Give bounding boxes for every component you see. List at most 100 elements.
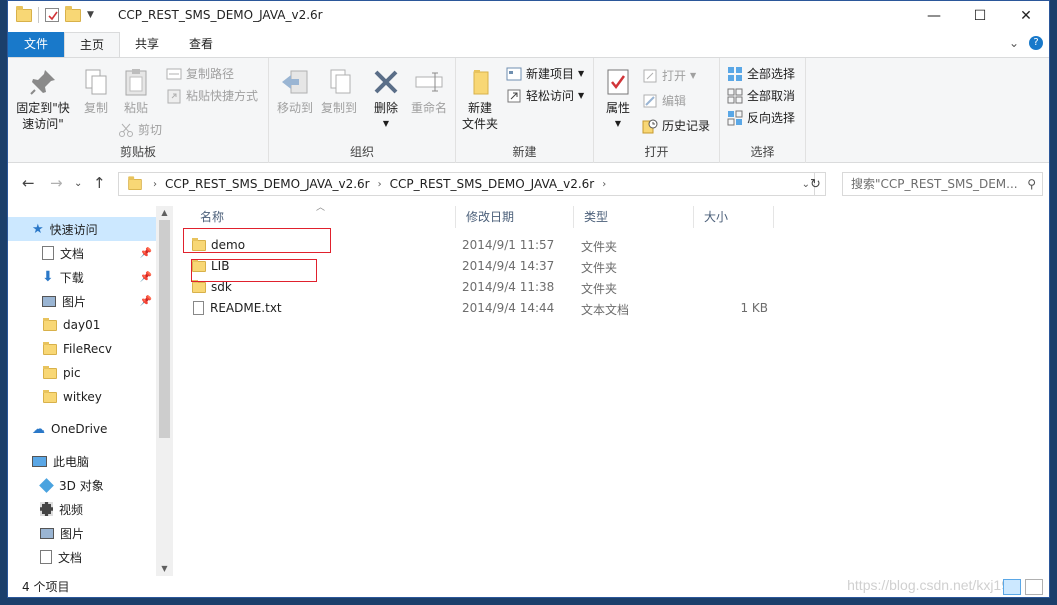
file-date: 2014/9/4 11:38 xyxy=(462,280,555,294)
address-row: ← → ⌄ ↑ › CCP_REST_SMS_DEMO_JAVA_v2.6r ›… xyxy=(8,169,1049,199)
file-row[interactable]: README.txt 2014/9/4 14:44 文本文档 1 KB xyxy=(192,298,772,319)
back-arrow-icon[interactable]: ← xyxy=(22,174,35,192)
forward-arrow-icon[interactable]: → xyxy=(50,174,63,192)
properties-dropdown-icon[interactable]: ▼ xyxy=(600,116,636,132)
tab-home[interactable]: 主页 xyxy=(64,32,121,57)
address-bar[interactable]: › CCP_REST_SMS_DEMO_JAVA_v2.6r › CCP_RES… xyxy=(118,172,815,196)
column-header-type[interactable]: 类型 xyxy=(574,206,694,228)
large-icons-view-icon[interactable] xyxy=(1025,579,1043,595)
move-to-button[interactable]: 移动到 xyxy=(275,66,315,116)
picture-icon xyxy=(42,295,56,307)
chevron-right-icon[interactable]: › xyxy=(602,179,606,190)
properties-check-icon[interactable] xyxy=(45,8,59,22)
folder-icon xyxy=(43,365,57,379)
delete-button[interactable]: 删除 ▼ xyxy=(369,66,403,132)
maximize-button[interactable]: ☐ xyxy=(957,1,1003,31)
folder-icon xyxy=(43,341,57,355)
pin-quick-access-button[interactable]: 固定到"快 速访问" xyxy=(12,66,74,132)
nav-item-3d-objects[interactable]: 3D 对象 xyxy=(8,473,156,497)
select-none-icon xyxy=(727,88,743,104)
nav-item-filerecv[interactable]: FileRecv xyxy=(8,337,156,361)
new-folder-button[interactable]: 新建 文件夹 xyxy=(460,66,500,132)
help-icon[interactable]: ? xyxy=(1029,36,1043,50)
nav-item-pic[interactable]: pic xyxy=(8,361,156,385)
tab-share[interactable]: 共享 xyxy=(120,32,174,57)
ribbon: 固定到"快 速访问" 复制 粘贴 复制路径 粘贴快捷方式 剪切 剪贴板 移动到 … xyxy=(8,57,1049,163)
tab-view[interactable]: 查看 xyxy=(174,32,228,57)
cut-button[interactable]: 剪切 xyxy=(118,122,162,138)
copy-icon xyxy=(80,66,112,98)
delete-dropdown-icon[interactable]: ▼ xyxy=(369,116,403,132)
history-icon xyxy=(642,118,658,134)
paste-shortcut-button[interactable]: 粘贴快捷方式 xyxy=(166,88,258,104)
refresh-button[interactable]: ↻ xyxy=(806,172,826,196)
document-icon xyxy=(40,550,52,564)
history-button[interactable]: 历史记录 xyxy=(642,118,710,134)
scroll-up-icon[interactable]: ▲ xyxy=(156,206,173,220)
invert-selection-button[interactable]: 反向选择 xyxy=(727,110,795,126)
nav-item-this-pc[interactable]: 此电脑 xyxy=(8,449,156,473)
folder-icon xyxy=(43,317,57,331)
copy-to-button[interactable]: 复制到 xyxy=(319,66,359,116)
video-icon xyxy=(40,502,53,516)
nav-item-videos[interactable]: 视频 xyxy=(8,497,156,521)
new-folder-icon[interactable] xyxy=(65,5,81,22)
up-arrow-icon[interactable]: ↑ xyxy=(93,174,106,192)
file-date: 2014/9/1 11:57 xyxy=(462,238,555,252)
file-date: 2014/9/4 14:37 xyxy=(462,259,555,273)
select-group-label: 选择 xyxy=(750,145,775,159)
search-icon: ⚲ xyxy=(1027,177,1036,191)
select-none-button[interactable]: 全部取消 xyxy=(727,88,795,104)
nav-scrollbar[interactable]: ▲ ▼ xyxy=(156,206,173,576)
nav-item-quick-access[interactable]: ★ 快速访问 xyxy=(8,217,156,241)
nav-item-onedrive[interactable]: ☁ OneDrive xyxy=(8,417,156,441)
nav-item-pictures[interactable]: 图片 📌 xyxy=(8,289,156,313)
open-button[interactable]: 打开 ▼ xyxy=(642,68,696,84)
pin-icon: 📌 xyxy=(139,271,152,283)
nav-item-pc-pictures[interactable]: 图片 xyxy=(8,521,156,545)
scrollbar-thumb[interactable] xyxy=(159,220,170,438)
nav-item-witkey[interactable]: witkey xyxy=(8,385,156,409)
copy-path-button[interactable]: 复制路径 xyxy=(166,66,234,82)
scroll-down-icon[interactable]: ▼ xyxy=(156,562,173,576)
nav-item-downloads[interactable]: ⬇ 下载 📌 xyxy=(8,265,156,289)
edit-button[interactable]: 编辑 xyxy=(642,93,686,109)
refresh-icon: ↻ xyxy=(810,176,821,192)
column-header-size[interactable]: 大小 xyxy=(694,206,774,228)
search-input[interactable]: 搜索"CCP_REST_SMS_DEM... ⚲ xyxy=(842,172,1043,196)
properties-button[interactable]: 属性 ▼ xyxy=(600,66,636,132)
nav-item-pc-documents[interactable]: 文档 xyxy=(8,545,156,569)
minimize-button[interactable]: — xyxy=(911,1,957,31)
tab-file[interactable]: 文件 xyxy=(8,32,65,57)
recent-dropdown-icon[interactable]: ⌄ xyxy=(74,178,82,189)
file-type: 文本文档 xyxy=(581,303,630,317)
rename-button[interactable]: 重命名 xyxy=(407,66,451,116)
new-item-button[interactable]: 新建项目 ▼ xyxy=(506,66,584,82)
move-to-icon xyxy=(279,66,311,98)
qat-dropdown-icon[interactable]: ▼ xyxy=(87,10,94,20)
search-placeholder: 搜索"CCP_REST_SMS_DEM... xyxy=(851,177,1018,191)
copy-to-icon xyxy=(323,66,355,98)
details-view-icon[interactable] xyxy=(1003,579,1021,595)
navigation-pane: ★ 快速访问 文档 📌 ⬇ 下载 📌 图片 📌 day01 FileRecv p… xyxy=(8,206,173,576)
folder-icon xyxy=(128,175,142,190)
open-group-label: 打开 xyxy=(644,145,669,159)
new-item-dropdown-icon: ▼ xyxy=(578,69,585,78)
open-icon xyxy=(642,68,658,84)
column-header-name[interactable]: 名称 xyxy=(190,206,456,228)
document-icon xyxy=(42,246,54,260)
paste-button[interactable]: 粘贴 xyxy=(116,66,156,116)
file-name: README.txt xyxy=(210,301,282,315)
close-button[interactable]: ✕ xyxy=(1003,1,1049,31)
breadcrumb-current[interactable]: CCP_REST_SMS_DEMO_JAVA_v2.6r xyxy=(382,177,603,191)
column-header-date[interactable]: 修改日期 xyxy=(456,206,574,228)
copy-button[interactable]: 复制 xyxy=(76,66,116,116)
nav-item-documents[interactable]: 文档 📌 xyxy=(8,241,156,265)
organize-group: 移动到 复制到 删除 ▼ 重命名 组织 xyxy=(269,58,456,163)
easy-access-button[interactable]: 轻松访问 ▼ xyxy=(506,88,584,104)
breadcrumb-parent[interactable]: CCP_REST_SMS_DEMO_JAVA_v2.6r xyxy=(157,177,378,191)
nav-item-day01[interactable]: day01 xyxy=(8,313,156,337)
file-name: sdk xyxy=(211,280,232,294)
ribbon-expand-icon[interactable]: ⌄ xyxy=(1009,36,1019,50)
select-all-button[interactable]: 全部选择 xyxy=(727,66,795,82)
